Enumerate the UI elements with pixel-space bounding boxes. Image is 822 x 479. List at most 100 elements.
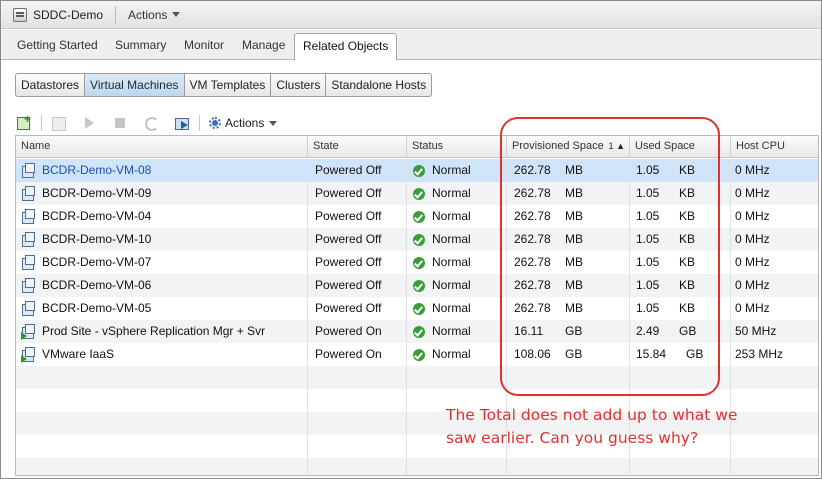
new-vm-icon[interactable] (16, 112, 32, 131)
table-row[interactable]: BCDR-Demo-VM-10 Powered Off Normal 262.78 MB… (16, 228, 818, 251)
object-title-bar: SDDC-Demo Actions (1, 1, 821, 29)
empty-row (16, 366, 818, 389)
vm-name-cell[interactable]: BCDR-Demo-VM-06 (16, 274, 308, 297)
provisioned-unit: MB (565, 232, 583, 246)
migrate-icon[interactable] (174, 115, 190, 131)
vm-name-cell[interactable]: BCDR-Demo-VM-04 (16, 205, 308, 228)
used-value: 1.05 (636, 209, 660, 223)
vm-name-cell[interactable]: Prod Site - vSphere Replication Mgr + Sv… (16, 320, 308, 343)
status-ok-icon (413, 188, 425, 200)
col-name-header[interactable]: Name (16, 136, 308, 158)
tab-related-objects[interactable]: Related Objects (294, 33, 398, 61)
vm-name-cell[interactable]: VMware IaaS (16, 343, 308, 366)
provisioned-unit: MB (565, 209, 583, 223)
vm-name-cell[interactable]: BCDR-Demo-VM-10 (16, 228, 308, 251)
tab-getting-started[interactable]: Getting Started (17, 38, 98, 52)
vm-status-cell: Normal (407, 251, 507, 274)
vm-name: BCDR-Demo-VM-05 (42, 301, 152, 315)
clone-icon[interactable] (50, 115, 66, 131)
subtab-clusters[interactable]: Clusters (271, 73, 327, 97)
vm-status-cell: Normal (407, 182, 507, 205)
sort-direction: ▲ (616, 141, 625, 151)
annotation-line-1: The Total does not add up to what we (446, 406, 738, 424)
used-unit: GB (679, 324, 697, 338)
empty-cell (308, 412, 407, 435)
used-unit: KB (679, 186, 696, 200)
empty-cell (630, 458, 731, 475)
table-row[interactable]: BCDR-Demo-VM-04 Powered Off Normal 262.78 MB… (16, 205, 818, 228)
subtab-vm-templates[interactable]: VM Templates (184, 73, 272, 97)
refresh-icon[interactable] (143, 115, 159, 131)
vm-status: Normal (432, 278, 471, 292)
tab-summary[interactable]: Summary (115, 38, 166, 52)
toolbar-actions-menu[interactable]: Actions (208, 116, 278, 130)
power-on-icon[interactable] (81, 115, 97, 131)
vm-name: BCDR-Demo-VM-06 (42, 278, 152, 292)
col-used-header[interactable]: Used Space (630, 136, 731, 158)
vm-host-cpu-cell: 0 MHz (735, 163, 770, 177)
used-unit: KB (679, 232, 696, 246)
subtab-datastores[interactable]: Datastores (15, 73, 86, 97)
provisioned-value: 262.78 (514, 255, 551, 269)
status-ok-icon (413, 303, 425, 315)
col-status-header[interactable]: Status (407, 136, 507, 158)
empty-cell (731, 458, 818, 475)
used-unit: KB (679, 255, 696, 269)
title-separator (115, 5, 117, 24)
provisioned-value: 262.78 (514, 209, 551, 223)
subtab-virtual-machines[interactable]: Virtual Machines (85, 73, 185, 97)
vm-name-cell[interactable]: BCDR-Demo-VM-08 (16, 159, 308, 182)
table-row[interactable]: BCDR-Demo-VM-09 Powered Off Normal 262.78 MB… (16, 182, 818, 205)
vm-host-cpu-cell: 0 MHz (735, 186, 770, 200)
table-row[interactable]: BCDR-Demo-VM-05 Powered Off Normal 262.78 MB… (16, 297, 818, 320)
vm-name: BCDR-Demo-VM-07 (42, 255, 152, 269)
power-on-badge (21, 332, 27, 340)
title-actions-menu[interactable]: Actions (128, 7, 181, 22)
vm-status-cell: Normal (407, 320, 507, 343)
col-state-header[interactable]: State (308, 136, 407, 158)
vm-used-cell: 1.05 KB (630, 228, 731, 251)
empty-cell (507, 458, 630, 475)
table-row[interactable]: BCDR-Demo-VM-08 Powered Off Normal 262.78 MB… (16, 159, 818, 182)
col-provisioned-label: Provisioned Space (512, 140, 604, 152)
empty-cell (16, 458, 308, 475)
status-ok-icon (413, 165, 425, 177)
vm-state-cell: Powered Off (308, 159, 407, 182)
empty-cell (407, 366, 507, 389)
vm-host-cpu-cell: 0 MHz (735, 232, 770, 246)
status-ok-icon (413, 211, 425, 223)
tab-manage[interactable]: Manage (242, 38, 285, 52)
col-host-cpu-header[interactable]: Host CPU (731, 136, 818, 158)
used-value: 1.05 (636, 278, 660, 292)
vm-host-cpu-cell: 0 MHz (735, 301, 770, 315)
provisioned-value: 16.11 (514, 324, 544, 338)
vm-name-cell[interactable]: BCDR-Demo-VM-05 (16, 297, 308, 320)
main-tab-bar: Getting Started Summary Monitor Manage R… (1, 30, 821, 61)
vm-status: Normal (432, 209, 471, 223)
vm-name-cell[interactable]: BCDR-Demo-VM-09 (16, 182, 308, 205)
empty-cell (308, 366, 407, 389)
vm-status: Normal (432, 347, 471, 361)
tab-monitor[interactable]: Monitor (184, 38, 224, 52)
vm-name-cell[interactable]: BCDR-Demo-VM-07 (16, 251, 308, 274)
vm-used-cell: 1.05 KB (630, 297, 731, 320)
empty-cell (407, 458, 507, 475)
table-row[interactable]: Prod Site - vSphere Replication Mgr + Sv… (16, 320, 818, 343)
empty-cell (16, 435, 308, 458)
vm-provisioned-cell: 262.78 MB (507, 297, 630, 320)
used-value: 1.05 (636, 301, 660, 315)
status-ok-icon (413, 326, 425, 338)
col-provisioned-header[interactable]: Provisioned Space 1 ▲ (507, 136, 630, 158)
table-row[interactable]: VMware IaaS Powered On Normal 108.06 GB 15.84… (16, 343, 818, 366)
title-actions-label: Actions (128, 7, 168, 22)
used-value: 2.49 (636, 324, 660, 338)
vm-provisioned-cell: 262.78 MB (507, 251, 630, 274)
provisioned-unit: MB (565, 163, 583, 177)
subtab-standalone-hosts[interactable]: Standalone Hosts (326, 73, 433, 97)
table-row[interactable]: BCDR-Demo-VM-06 Powered Off Normal 262.78 MB… (16, 274, 818, 297)
vm-icon (21, 278, 36, 293)
power-off-icon[interactable] (112, 115, 128, 131)
vm-name: BCDR-Demo-VM-08 (42, 163, 152, 177)
sort-ascending-icon: 1 ▲ (609, 136, 625, 157)
table-row[interactable]: BCDR-Demo-VM-07 Powered Off Normal 262.78 MB… (16, 251, 818, 274)
